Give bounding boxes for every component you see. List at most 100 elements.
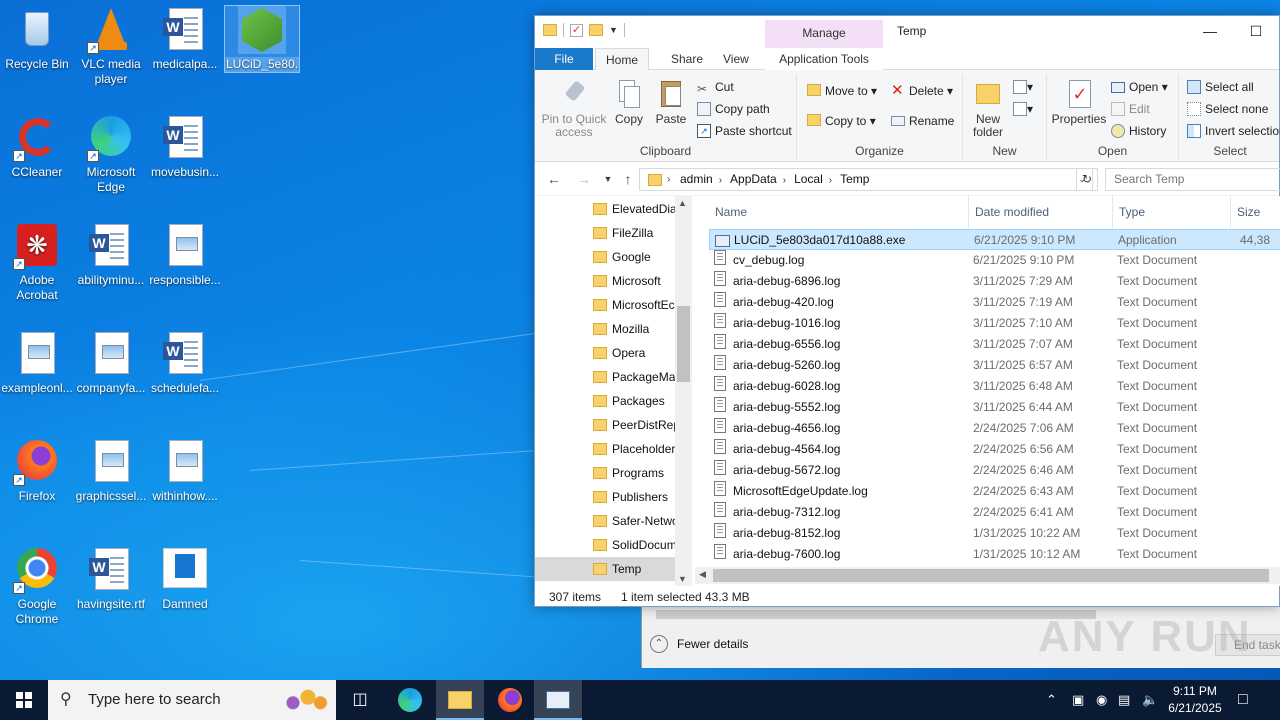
scroll-left-icon[interactable]: ◀ bbox=[699, 569, 706, 580]
select-all-button[interactable]: Select all bbox=[1187, 78, 1254, 96]
desktop-icon[interactable]: ↗ Google Chrome bbox=[0, 546, 74, 627]
paste-button[interactable]: Paste bbox=[651, 78, 691, 126]
file-row[interactable]: aria-debug-8152.log 1/31/2025 10:22 AM Tex… bbox=[709, 523, 1280, 544]
desktop-icon[interactable]: exampleonl... bbox=[0, 330, 74, 396]
nav-folder-item[interactable]: Safer-Netwo bbox=[535, 509, 675, 533]
file-row[interactable]: aria-debug-5260.log 3/11/2025 6:57 AM Text… bbox=[709, 355, 1280, 376]
desktop-icon[interactable]: ↗ CCleaner bbox=[0, 114, 74, 180]
desktop-icon[interactable]: graphicssel... bbox=[74, 438, 148, 504]
task-manager-taskbar-icon[interactable] bbox=[534, 680, 582, 720]
pin-to-quick-access-button[interactable]: Pin to Quick access bbox=[541, 78, 607, 139]
new-folder-button[interactable]: New folder bbox=[967, 78, 1009, 139]
properties-button[interactable]: ✓ Properties bbox=[1051, 78, 1107, 126]
scroll-up-icon[interactable]: ▲ bbox=[678, 198, 687, 208]
title-bar[interactable]: ✓ ▼ Manage Temp — ☐ bbox=[535, 16, 1279, 48]
file-list[interactable]: Name Date modified Type Size LUCiD_5e803… bbox=[695, 196, 1280, 586]
nav-folder-item[interactable]: PackageMa bbox=[535, 365, 675, 389]
history-button[interactable]: History bbox=[1111, 122, 1166, 140]
desktop-icon[interactable]: LUCiD_5e80... bbox=[224, 5, 300, 73]
desktop-icon[interactable]: Whavingsite.rtf bbox=[74, 546, 148, 612]
desktop-icon[interactable]: ↗ Firefox bbox=[0, 438, 74, 504]
nav-folder-item[interactable]: Mozilla bbox=[535, 317, 675, 341]
move-to-button[interactable]: Move to ▾ bbox=[807, 82, 877, 100]
desktop-icon[interactable]: ↗ Microsoft Edge bbox=[74, 114, 148, 195]
rename-button[interactable]: Rename bbox=[891, 112, 954, 130]
taskbar-search-box[interactable]: ⚲ Type here to search bbox=[48, 680, 336, 720]
up-arrow-icon[interactable]: ↑ bbox=[619, 170, 637, 188]
file-row[interactable]: aria-debug-6556.log 3/11/2025 7:07 AM Text… bbox=[709, 334, 1280, 355]
column-header-name[interactable]: Name bbox=[709, 196, 969, 228]
desktop-icon[interactable]: Recycle Bin bbox=[0, 6, 74, 72]
notification-center-icon[interactable]: □ bbox=[1238, 680, 1248, 720]
tab-file[interactable]: File bbox=[535, 48, 593, 70]
file-row[interactable]: aria-debug-6028.log 3/11/2025 6:48 AM Text… bbox=[709, 376, 1280, 397]
copy-path-button[interactable]: Copy path bbox=[697, 100, 770, 118]
tab-share[interactable]: Share bbox=[661, 48, 713, 70]
back-arrow-icon[interactable]: ← bbox=[545, 170, 563, 188]
desktop-icon[interactable]: ↗ VLC media player bbox=[74, 6, 148, 87]
open-button[interactable]: Open ▾ bbox=[1111, 78, 1168, 96]
new-folder-icon[interactable] bbox=[589, 24, 603, 36]
nav-folder-item[interactable]: Google bbox=[535, 245, 675, 269]
start-button[interactable] bbox=[0, 680, 48, 720]
minimize-button[interactable]: — bbox=[1187, 16, 1233, 48]
desktop-icon[interactable]: Wschedulefa... bbox=[148, 330, 222, 396]
file-explorer-window[interactable]: ✓ ▼ Manage Temp — ☐ File Home Share View… bbox=[534, 15, 1280, 607]
scroll-down-icon[interactable]: ▼ bbox=[678, 574, 687, 584]
column-header-date[interactable]: Date modified bbox=[969, 196, 1113, 228]
edge-taskbar-icon[interactable] bbox=[386, 680, 434, 720]
nav-folder-item[interactable]: Placeholder bbox=[535, 437, 675, 461]
usb-device-icon[interactable]: ▣ bbox=[1072, 680, 1084, 720]
file-row[interactable]: aria-debug-1016.log 3/11/2025 7:10 AM Text… bbox=[709, 313, 1280, 334]
breadcrumb-item[interactable]: Temp bbox=[840, 169, 869, 190]
navigation-pane[interactable]: ElevatedDia FileZilla Google Microsoft Micro… bbox=[535, 196, 692, 586]
nav-folder-item[interactable]: Packages bbox=[535, 389, 675, 413]
webcam-icon[interactable]: ◉ bbox=[1096, 680, 1107, 720]
copy-to-button[interactable]: Copy to ▾ bbox=[807, 112, 876, 130]
easy-access-button[interactable]: ▾ bbox=[1013, 100, 1033, 118]
desktop-icon[interactable]: Wmedicalpa... bbox=[148, 6, 222, 72]
desktop-icon[interactable]: Wmovebusin... bbox=[148, 114, 222, 180]
breadcrumb-item[interactable]: Local bbox=[794, 169, 823, 190]
breadcrumb-separator-icon[interactable]: › bbox=[783, 170, 786, 191]
maximize-button[interactable]: ☐ bbox=[1233, 16, 1279, 48]
column-header-size[interactable]: Size bbox=[1231, 196, 1280, 228]
paste-shortcut-button[interactable]: ↗ Paste shortcut bbox=[697, 122, 792, 140]
system-clock[interactable]: 9:11 PM 6/21/2025 bbox=[1162, 683, 1228, 717]
copy-button[interactable]: Copy bbox=[611, 78, 647, 126]
nav-folder-item[interactable]: Publishers bbox=[535, 485, 675, 509]
desktop-icon[interactable]: ❋ ↗ Adobe Acrobat bbox=[0, 222, 74, 303]
tab-home[interactable]: Home bbox=[595, 48, 650, 71]
breadcrumb-item[interactable]: admin bbox=[680, 169, 713, 190]
volume-icon[interactable]: 🔈 bbox=[1142, 680, 1158, 720]
file-row[interactable]: aria-debug-4564.log 2/24/2025 6:56 AM Text… bbox=[709, 439, 1280, 460]
edit-button[interactable]: Edit bbox=[1111, 100, 1150, 118]
cut-button[interactable]: ✂ Cut bbox=[697, 78, 734, 96]
forward-arrow-icon[interactable]: → bbox=[575, 170, 593, 188]
file-row[interactable]: aria-debug-4656.log 2/24/2025 7:06 AM Text… bbox=[709, 418, 1280, 439]
breadcrumb-separator-icon[interactable]: › bbox=[829, 170, 832, 191]
nav-folder-item[interactable]: Microsoft bbox=[535, 269, 675, 293]
select-none-button[interactable]: Select none bbox=[1187, 100, 1268, 118]
file-row[interactable]: aria-debug-5672.log 2/24/2025 6:46 AM Text… bbox=[709, 460, 1280, 481]
nav-folder-item[interactable]: Temp bbox=[535, 557, 675, 581]
nav-folder-item[interactable]: MicrosoftEc bbox=[535, 293, 675, 317]
recent-locations-chevron-icon[interactable]: ▼ bbox=[599, 170, 617, 188]
fewer-details-button[interactable]: ⌃ Fewer details bbox=[650, 635, 748, 653]
address-box[interactable]: › admin › AppData › Local › Temp ⌄ bbox=[639, 168, 1093, 191]
breadcrumb-separator-icon[interactable]: › bbox=[719, 170, 722, 191]
file-row[interactable]: aria-debug-5552.log 3/11/2025 6:44 AM Text… bbox=[709, 397, 1280, 418]
desktop-icon[interactable]: withinhow.... bbox=[148, 438, 222, 504]
breadcrumb-item[interactable]: AppData bbox=[730, 169, 777, 190]
file-row[interactable]: LUCiD_5e803da017d10a88.exe 6/21/2025 9:10… bbox=[709, 229, 1280, 250]
nav-folder-item[interactable]: PeerDistRep bbox=[535, 413, 675, 437]
desktop-icon[interactable]: Wabilityminu... bbox=[74, 222, 148, 288]
file-row[interactable]: aria-debug-420.log 3/11/2025 7:19 AM Text … bbox=[709, 292, 1280, 313]
nav-folder-item[interactable]: ElevatedDia bbox=[535, 197, 675, 221]
search-input[interactable]: Search Temp bbox=[1105, 168, 1280, 191]
nav-scroll-thumb[interactable] bbox=[677, 306, 690, 382]
desktop-icon[interactable]: Damned bbox=[148, 546, 222, 612]
desktop-icon[interactable]: responsible... bbox=[148, 222, 222, 288]
file-row[interactable]: aria-debug-7312.log 2/24/2025 6:41 AM Text… bbox=[709, 502, 1280, 523]
manage-context-tab[interactable]: Manage bbox=[765, 20, 883, 48]
